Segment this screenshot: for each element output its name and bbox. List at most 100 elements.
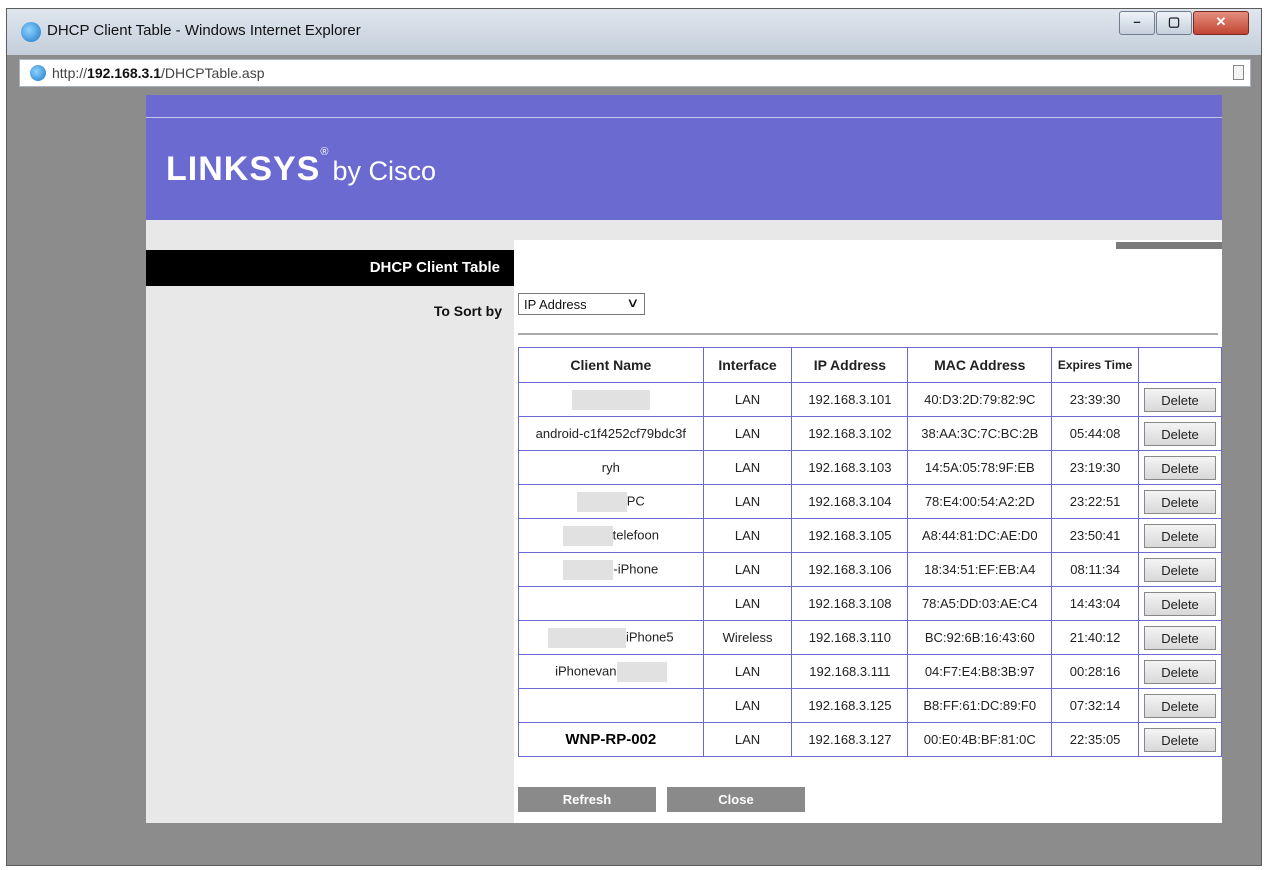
redacted-area: [571, 389, 650, 410]
ip-address-cell: 192.168.3.125: [791, 688, 909, 723]
table-row: iPhone5 Wireless 192.168.3.110 BC:92:6B:16:…: [518, 620, 1222, 655]
compatibility-view-icon[interactable]: [1233, 65, 1244, 80]
delete-button[interactable]: Delete: [1144, 727, 1216, 752]
interface-cell: LAN: [702, 654, 793, 689]
redacted-area: [616, 661, 667, 682]
table-row: telefoon LAN 192.168.3.105 A8:44:81:DC:AE:D…: [518, 518, 1222, 553]
client-name-cell: PC: [518, 484, 704, 519]
expires-time-cell: 23:39:30: [1051, 382, 1140, 417]
client-name-cell: [518, 586, 704, 621]
mac-address-cell: 78:A5:DD:03:AE:C4: [907, 586, 1053, 621]
refresh-button[interactable]: Refresh: [518, 787, 656, 812]
interface-cell: LAN: [702, 518, 793, 553]
interface-cell: LAN: [702, 382, 793, 417]
sort-by-select[interactable]: IP Address ∨: [518, 293, 645, 315]
redacted-area: [563, 559, 614, 580]
sidebar-title: DHCP Client Table: [369, 259, 500, 276]
client-name: ryh: [601, 460, 620, 475]
column-header: Expires Time: [1051, 347, 1140, 383]
column-header: Client Name: [518, 347, 704, 383]
action-cell: Delete: [1138, 484, 1222, 519]
table-header-row: Client Name Interface IP Address MAC Add…: [518, 347, 1222, 383]
column-header: IP Address: [791, 347, 909, 383]
chevron-down-icon: ∨: [626, 295, 640, 310]
decorative-tab: [1116, 242, 1222, 249]
close-button[interactable]: Close: [667, 787, 805, 812]
mac-address-cell: 40:D3:2D:79:82:9C: [907, 382, 1053, 417]
client-name: -iPhone: [613, 560, 659, 576]
table-row: LAN 192.168.3.125 B8:FF:61:DC:89:F0 07:32:1…: [518, 688, 1222, 723]
delete-button[interactable]: Delete: [1144, 489, 1216, 514]
action-cell: Delete: [1138, 382, 1222, 417]
expires-time-cell: 23:19:30: [1051, 450, 1140, 485]
client-name: telefoon: [612, 526, 659, 542]
delete-button[interactable]: Delete: [1144, 523, 1216, 548]
column-header: [1138, 347, 1222, 383]
maximize-button[interactable]: ▢: [1156, 11, 1192, 35]
interface-cell: LAN: [702, 688, 793, 723]
sort-label: To Sort by: [433, 303, 502, 319]
delete-button[interactable]: Delete: [1144, 591, 1216, 616]
address-bar[interactable]: http://192.168.3.1/DHCPTable.asp: [19, 59, 1251, 87]
expires-time-cell: 08:11:34: [1051, 552, 1140, 587]
sidebar-header: DHCP Client Table: [146, 250, 514, 286]
ip-address-cell: 192.168.3.103: [791, 450, 909, 485]
redacted-area: [562, 525, 613, 546]
action-cell: Delete: [1138, 586, 1222, 621]
client-name: iPhonevan: [555, 662, 617, 678]
delete-button[interactable]: Delete: [1144, 455, 1216, 480]
column-header: MAC Address: [907, 347, 1053, 383]
delete-button[interactable]: Delete: [1144, 693, 1216, 718]
table-row: LAN 192.168.3.101 40:D3:2D:79:82:9C 23:39:3…: [518, 382, 1222, 417]
minimize-button[interactable]: –: [1119, 11, 1155, 35]
expires-time-cell: 21:40:12: [1051, 620, 1140, 655]
table-row: PC LAN 192.168.3.104 78:E4:00:54:A2:2D 23:22…: [518, 484, 1222, 519]
interface-cell: LAN: [702, 552, 793, 587]
content-panel: IP Address ∨ Client Name Interface IP Ad…: [514, 240, 1222, 823]
expires-time-cell: 07:32:14: [1051, 688, 1140, 723]
dhcp-client-table: Client Name Interface IP Address MAC Add…: [518, 347, 1222, 757]
sort-selected-value: IP Address: [524, 297, 587, 312]
interface-cell: LAN: [702, 722, 793, 757]
delete-button[interactable]: Delete: [1144, 659, 1216, 684]
minimize-icon: –: [1133, 14, 1141, 29]
client-name-cell: [518, 382, 704, 417]
title-bar[interactable]: DHCP Client Table - Windows Internet Exp…: [7, 9, 1261, 55]
page-globe-icon: [30, 65, 46, 81]
action-cell: Delete: [1138, 552, 1222, 587]
header-divider: [146, 117, 1222, 118]
ip-address-cell: 192.168.3.111: [791, 654, 909, 689]
redacted-area: [576, 491, 627, 512]
delete-button[interactable]: Delete: [1144, 557, 1216, 582]
ip-address-cell: 192.168.3.127: [791, 722, 909, 757]
linksys-logo: LINKSYS®by Cisco: [166, 146, 436, 188]
ip-address-cell: 192.168.3.104: [791, 484, 909, 519]
delete-button[interactable]: Delete: [1144, 421, 1216, 446]
delete-button[interactable]: Delete: [1144, 625, 1216, 650]
table-row: android-c1f4252cf79bdc3f LAN 192.168.3.102…: [518, 416, 1222, 451]
mac-address-cell: 78:E4:00:54:A2:2D: [907, 484, 1053, 519]
internet-explorer-icon: [21, 22, 41, 42]
delete-button[interactable]: Delete: [1144, 387, 1216, 412]
url-text[interactable]: http://192.168.3.1/DHCPTable.asp: [52, 65, 265, 81]
close-window-button[interactable]: ✕: [1193, 11, 1249, 35]
client-name-cell: telefoon: [518, 518, 704, 553]
table-row: -iPhone LAN 192.168.3.106 18:34:51:EF:EB:A4…: [518, 552, 1222, 587]
client-name-cell: android-c1f4252cf79bdc3f: [518, 416, 704, 451]
action-cell: Delete: [1138, 722, 1222, 757]
expires-time-cell: 22:35:05: [1051, 722, 1140, 757]
expires-time-cell: 05:44:08: [1051, 416, 1140, 451]
mac-address-cell: BC:92:6B:16:43:60: [907, 620, 1053, 655]
client-name-cell: WNP-RP-002: [518, 722, 704, 757]
client-name-cell: [518, 688, 704, 723]
interface-cell: LAN: [702, 416, 793, 451]
mac-address-cell: 14:5A:05:78:9F:EB: [907, 450, 1053, 485]
ip-address-cell: 192.168.3.106: [791, 552, 909, 587]
mac-address-cell: A8:44:81:DC:AE:D0: [907, 518, 1053, 553]
expires-time-cell: 00:28:16: [1051, 654, 1140, 689]
table-row: iPhonevan LAN 192.168.3.111 04:F7:E4:B8:3B:…: [518, 654, 1222, 689]
divider: [518, 333, 1218, 335]
close-icon: ✕: [1215, 14, 1227, 29]
interface-cell: LAN: [702, 586, 793, 621]
action-cell: Delete: [1138, 688, 1222, 723]
